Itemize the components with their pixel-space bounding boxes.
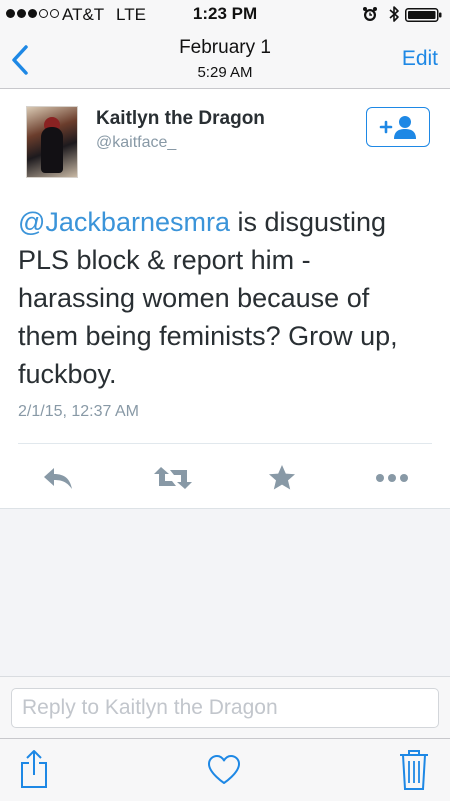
author-name[interactable]: Kaitlyn the Dragon [96, 108, 265, 130]
status-clock: 1:23 PM [192, 4, 258, 23]
add-user-icon [379, 116, 416, 139]
status-bar: AT&T LTE 1:23 PM [0, 0, 450, 30]
page-title: February 1 [179, 37, 271, 58]
edit-button[interactable]: Edit [402, 47, 438, 71]
alarm-icon [363, 7, 377, 21]
follow-button[interactable] [366, 107, 430, 147]
reply-input[interactable] [11, 688, 439, 728]
share-icon [21, 750, 47, 788]
bluetooth-icon [389, 6, 399, 22]
reply-bar [0, 676, 450, 739]
more-dots-icon [376, 474, 408, 482]
navigation-header: AT&T LTE 1:23 PM February 1 5:29 AM Edit [0, 0, 450, 89]
bottom-toolbar [0, 738, 450, 801]
empty-content-area [0, 508, 450, 677]
mention-link[interactable]: @Jackbarnesmra [18, 207, 230, 237]
share-button[interactable] [18, 749, 50, 794]
star-icon [269, 465, 295, 490]
author-handle[interactable]: @kaitface_ [96, 134, 176, 152]
more-action[interactable] [374, 462, 410, 494]
retweet-icon [154, 467, 192, 489]
reply-arrow-icon [44, 468, 72, 489]
favorite-action[interactable] [264, 462, 300, 494]
back-button[interactable] [6, 42, 38, 78]
avatar[interactable] [26, 106, 78, 178]
heart-icon [208, 755, 240, 784]
tweet-timestamp: 2/1/15, 12:37 AM [18, 403, 139, 420]
chevron-left-icon [12, 45, 28, 75]
divider [18, 443, 432, 444]
like-button[interactable] [206, 754, 242, 791]
page-subtitle: 5:29 AM [197, 64, 253, 81]
delete-button[interactable] [398, 749, 430, 796]
reply-action[interactable] [40, 462, 76, 494]
trash-icon [400, 750, 428, 790]
tweet-text: @Jackbarnesmra is disgusting PLS block &… [18, 203, 433, 393]
retweet-action[interactable] [150, 462, 196, 494]
battery-icon [405, 8, 442, 22]
